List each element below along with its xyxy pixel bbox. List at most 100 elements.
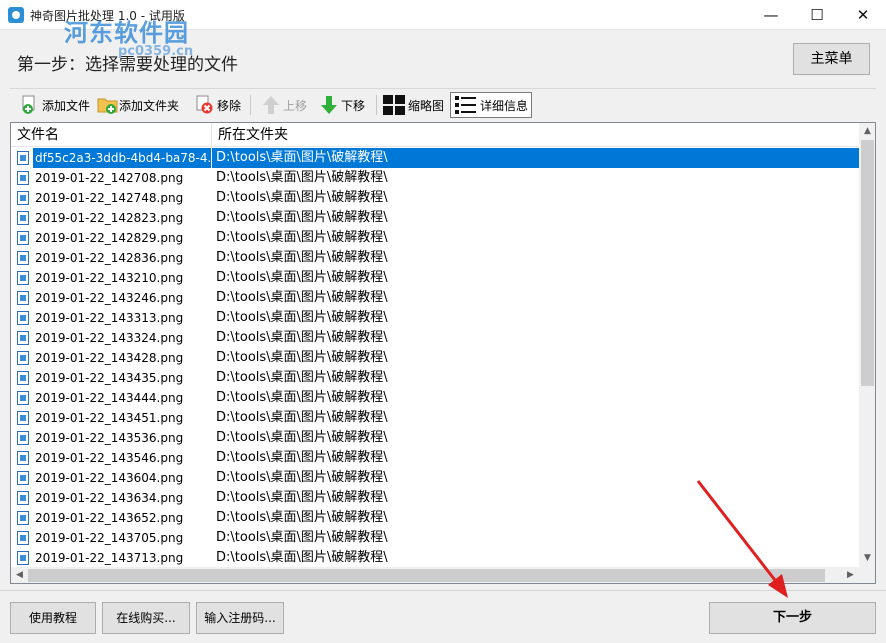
file-name: 2019-01-22_143451.png	[35, 411, 184, 425]
file-folder: D:\tools\桌面\图片\破解教程\	[216, 210, 388, 225]
file-folder: D:\tools\桌面\图片\破解教程\	[216, 170, 388, 185]
close-button[interactable]: ✕	[840, 0, 886, 30]
table-row[interactable]: 2019-01-22_142748.png D:\tools\桌面\图片\破解教程…	[11, 188, 859, 208]
image-file-icon	[17, 471, 29, 485]
table-row[interactable]: 2019-01-22_143313.png D:\tools\桌面\图片\破解教程…	[11, 308, 859, 328]
table-row[interactable]: 2019-01-22_143536.png D:\tools\桌面\图片\破解教程…	[11, 428, 859, 448]
image-file-icon	[17, 491, 29, 505]
file-folder: D:\tools\桌面\图片\破解教程\	[212, 148, 859, 168]
image-file-icon	[17, 351, 29, 365]
column-header-filename[interactable]: 文件名	[11, 123, 212, 147]
table-row[interactable]: 2019-01-22_143246.png D:\tools\桌面\图片\破解教程…	[11, 288, 859, 308]
file-folder: D:\tools\桌面\图片\破解教程\	[216, 250, 388, 265]
table-row[interactable]: 2019-01-22_142823.png D:\tools\桌面\图片\破解教程…	[11, 208, 859, 228]
table-row[interactable]: 2019-01-22_142836.png D:\tools\桌面\图片\破解教程…	[11, 248, 859, 268]
image-file-icon	[17, 511, 29, 525]
list-rows: df55c2a3-3ddb-4bd4-ba78-4... D:\tools\桌面\…	[11, 148, 859, 568]
table-row[interactable]: 2019-01-22_142708.png D:\tools\桌面\图片\破解教程…	[11, 168, 859, 188]
table-row[interactable]: 2019-01-22_143652.png D:\tools\桌面\图片\破解教程…	[11, 508, 859, 528]
maximize-button[interactable]: ☐	[794, 0, 840, 30]
table-row[interactable]: 2019-01-22_143435.png D:\tools\桌面\图片\破解教程…	[11, 368, 859, 388]
move-down-button[interactable]: 下移	[319, 92, 365, 118]
image-file-icon	[17, 191, 29, 205]
file-folder: D:\tools\桌面\图片\破解教程\	[216, 230, 388, 245]
table-row[interactable]: 2019-01-22_143546.png D:\tools\桌面\图片\破解教程…	[11, 448, 859, 468]
file-name: 2019-01-22_143634.png	[35, 491, 184, 505]
file-folder: D:\tools\桌面\图片\破解教程\	[216, 270, 388, 285]
toolbar-separator	[250, 95, 251, 115]
file-name: 2019-01-22_143705.png	[35, 531, 184, 545]
column-header-folder[interactable]: 所在文件夹	[212, 123, 859, 147]
horizontal-scrollbar[interactable]: ◀ ▶	[11, 567, 859, 583]
scroll-down-icon[interactable]: ▼	[859, 550, 875, 567]
table-row[interactable]: 2019-01-22_143444.png D:\tools\桌面\图片\破解教程…	[11, 388, 859, 408]
image-file-icon	[17, 151, 29, 165]
table-row[interactable]: 2019-01-22_143428.png D:\tools\桌面\图片\破解教程…	[11, 348, 859, 368]
table-row[interactable]: df55c2a3-3ddb-4bd4-ba78-4... D:\tools\桌面\…	[11, 148, 859, 168]
file-folder: D:\tools\桌面\图片\破解教程\	[216, 510, 388, 525]
image-file-icon	[17, 211, 29, 225]
image-file-icon	[17, 231, 29, 245]
minimize-button[interactable]: —	[748, 0, 794, 30]
scroll-up-icon[interactable]: ▲	[859, 123, 875, 140]
move-up-label: 上移	[283, 98, 308, 113]
buy-online-button[interactable]: 在线购买...	[102, 602, 190, 634]
remove-button[interactable]: 移除	[195, 92, 241, 118]
list-header: 文件名 所在文件夹	[11, 123, 859, 147]
remove-icon	[195, 95, 215, 115]
arrow-up-icon	[261, 95, 281, 115]
thumbnail-view-button[interactable]: 缩略图	[382, 92, 444, 118]
main-menu-button[interactable]: 主菜单	[793, 43, 870, 75]
image-file-icon	[17, 251, 29, 265]
table-row[interactable]: 2019-01-22_143451.png D:\tools\桌面\图片\破解教程…	[11, 408, 859, 428]
table-row[interactable]: 2019-01-22_143634.png D:\tools\桌面\图片\破解教程…	[11, 488, 859, 508]
file-name: 2019-01-22_143435.png	[35, 371, 184, 385]
horizontal-scroll-thumb[interactable]	[28, 569, 825, 582]
watermark-logo: 河东软件园	[64, 18, 189, 47]
table-row[interactable]: 2019-01-22_143705.png D:\tools\桌面\图片\破解教程…	[11, 528, 859, 548]
file-folder: D:\tools\桌面\图片\破解教程\	[216, 410, 388, 425]
scrollbar-corner	[859, 567, 875, 583]
file-folder: D:\tools\桌面\图片\破解教程\	[216, 390, 388, 405]
grid-icon	[382, 94, 406, 116]
file-name: 2019-01-22_143536.png	[35, 431, 184, 445]
file-name: 2019-01-22_142708.png	[35, 171, 184, 185]
tutorial-button[interactable]: 使用教程	[10, 602, 96, 634]
file-name: 2019-01-22_143428.png	[35, 351, 184, 365]
file-folder: D:\tools\桌面\图片\破解教程\	[216, 550, 388, 565]
toolbar-separator	[376, 95, 377, 115]
file-folder: D:\tools\桌面\图片\破解教程\	[216, 450, 388, 465]
table-row[interactable]: 2019-01-22_143604.png D:\tools\桌面\图片\破解教程…	[11, 468, 859, 488]
table-row[interactable]: 2019-01-22_143210.png D:\tools\桌面\图片\破解教程…	[11, 268, 859, 288]
add-folder-button[interactable]: 添加文件夹	[97, 92, 179, 118]
add-folder-label: 添加文件夹	[119, 98, 180, 113]
file-name: 2019-01-22_143324.png	[35, 331, 184, 345]
table-row[interactable]: 2019-01-22_142829.png D:\tools\桌面\图片\破解教程…	[11, 228, 859, 248]
table-row[interactable]: 2019-01-22_143324.png D:\tools\桌面\图片\破解教程…	[11, 328, 859, 348]
scroll-left-icon[interactable]: ◀	[11, 567, 28, 583]
vertical-scroll-thumb[interactable]	[861, 140, 874, 386]
image-file-icon	[17, 411, 29, 425]
add-file-button[interactable]: 添加文件	[20, 92, 90, 118]
file-list[interactable]: 文件名 所在文件夹 df55c2a3-3ddb-4bd4-ba78-4... D:…	[10, 122, 876, 584]
image-file-icon	[17, 451, 29, 465]
image-file-icon	[17, 171, 29, 185]
image-file-icon	[17, 291, 29, 305]
next-step-button[interactable]: 下一步	[709, 602, 876, 634]
image-file-icon	[17, 311, 29, 325]
app-icon	[8, 7, 24, 23]
file-folder: D:\tools\桌面\图片\破解教程\	[216, 530, 388, 545]
move-down-label: 下移	[341, 98, 366, 113]
add-file-icon	[20, 95, 40, 115]
watermark-url: pc0359.cn	[118, 44, 194, 59]
file-name: 2019-01-22_143444.png	[35, 391, 184, 405]
vertical-scrollbar[interactable]: ▲ ▼	[859, 123, 875, 567]
enter-code-button[interactable]: 输入注册码...	[196, 602, 284, 634]
table-row[interactable]: 2019-01-22_143713.png D:\tools\桌面\图片\破解教程…	[11, 548, 859, 568]
move-up-button[interactable]: 上移	[261, 92, 307, 118]
details-view-button[interactable]: 详细信息	[450, 92, 533, 118]
file-folder: D:\tools\桌面\图片\破解教程\	[216, 310, 388, 325]
image-file-icon	[17, 551, 29, 565]
toolbar: 添加文件 添加文件夹 移除 上移 下移 缩略图 详细信息	[10, 88, 876, 120]
scroll-right-icon[interactable]: ▶	[842, 567, 859, 583]
